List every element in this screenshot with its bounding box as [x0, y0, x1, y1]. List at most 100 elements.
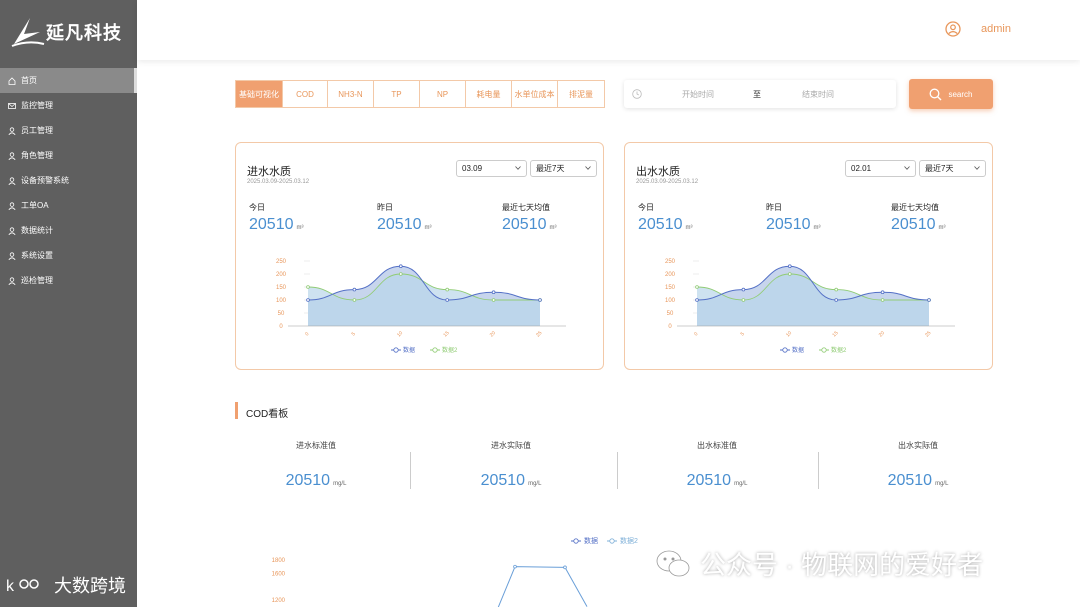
date-select[interactable]: 02.01 — [845, 160, 916, 177]
data-point — [491, 290, 496, 294]
legend-marker — [609, 538, 615, 544]
x-tick-label: 15 — [831, 330, 839, 338]
x-tick-label: 20 — [878, 330, 886, 338]
metric-label: 昨日 — [766, 203, 782, 212]
metric-unit: m³ — [813, 225, 821, 231]
tab[interactable]: 排泥量 — [558, 81, 604, 107]
clock-icon — [632, 89, 642, 99]
chevron-down-icon — [974, 166, 980, 170]
metric-unit: m³ — [685, 225, 693, 231]
y-tick-label: 1200 — [272, 598, 286, 604]
x-tick-label: 10 — [785, 330, 793, 338]
svg-text:k: k — [6, 578, 15, 595]
x-tick-label: 15 — [442, 330, 450, 338]
data-point — [834, 298, 839, 302]
wechat-icon — [656, 550, 690, 576]
y-tick-label: 250 — [665, 259, 676, 265]
legend-label: 数据 — [792, 346, 804, 354]
sidebar-item[interactable]: 首页 — [0, 68, 137, 93]
sidebar-item[interactable]: 监控管理 — [0, 93, 137, 118]
sidebar-item[interactable]: 工单OA — [0, 193, 137, 218]
user-icon — [8, 201, 16, 210]
metric-unit: m³ — [296, 225, 304, 231]
sidebar-item[interactable]: 数据统计 — [0, 218, 137, 243]
y-tick-label: 150 — [276, 285, 287, 291]
legend-label: 数据 — [584, 536, 598, 545]
y-tick-label: 0 — [668, 324, 672, 330]
cod-metric-number: 20510 — [480, 472, 526, 489]
cod-metric-value: 20510 mg/L — [216, 472, 416, 490]
y-tick-label: 200 — [276, 272, 287, 278]
y-tick-label: 200 — [665, 272, 676, 278]
data-point — [306, 298, 310, 302]
user-icon — [8, 226, 16, 235]
y-tick-label: 50 — [278, 311, 285, 317]
cod-metric-number: 20510 — [686, 472, 732, 489]
sidebar-item[interactable]: 设备预警系统 — [0, 168, 137, 193]
category-tabs: 基础可视化 COD NH3-N TP NP 耗电量 水单位成本 排泥量 — [235, 80, 605, 108]
cod-metric-label: 进水标准值 — [296, 441, 336, 450]
sidebar-item[interactable]: 系统设置 — [0, 243, 137, 268]
y-tick-label: 150 — [665, 285, 676, 291]
data-point — [927, 298, 931, 302]
wechat-watermark: 公众号 · 物联网的爱好者 — [656, 545, 983, 582]
tab[interactable]: COD — [283, 81, 328, 107]
metric-value: 20510 m³ — [377, 216, 432, 234]
cod-metric-value: 20510 mg/L — [617, 472, 817, 490]
cod-metric-value: 20510 mg/L — [818, 472, 1018, 490]
metric-number: 20510 — [377, 216, 422, 233]
legend-marker — [393, 347, 399, 353]
wechat-watermark-text: 公众号 · 物联网的爱好者 — [700, 550, 984, 580]
metric-value: 20510 m³ — [638, 216, 693, 234]
date-range-picker[interactable]: 开始时间 至 结束时间 — [624, 80, 896, 108]
start-date-input[interactable]: 开始时间 — [682, 89, 714, 100]
sidebar-item[interactable]: 巡检管理 — [0, 268, 137, 293]
x-tick-label: 25 — [535, 330, 543, 338]
sidebar-item-label: 员工管理 — [21, 126, 53, 135]
legend-marker — [782, 347, 788, 353]
metric-label: 今日 — [638, 203, 654, 212]
tab[interactable]: NH3-N — [328, 81, 374, 107]
sidebar-item[interactable]: 员工管理 — [0, 118, 137, 143]
data-point — [834, 287, 839, 292]
data-point — [445, 298, 450, 302]
data-point — [513, 564, 517, 569]
sidebar-item[interactable]: 角色管理 — [0, 143, 137, 168]
chevron-down-icon — [515, 166, 521, 170]
tab[interactable]: TP — [374, 81, 420, 107]
user-name[interactable]: admin — [981, 23, 1011, 35]
data-point — [399, 272, 403, 276]
series-line — [497, 566, 588, 607]
date-select[interactable]: 03.09 — [456, 160, 527, 177]
tab[interactable]: 基础可视化 — [236, 81, 283, 107]
user-icon — [8, 251, 16, 260]
x-tick-label: 0 — [304, 331, 310, 337]
cod-metric: 出水实际值 20510 mg/L — [818, 440, 1018, 490]
metric-unit: m³ — [424, 225, 432, 231]
tab[interactable]: 耗电量 — [466, 81, 512, 107]
cod-divider — [410, 452, 411, 489]
cod-metric-label: 进水实际值 — [491, 441, 531, 450]
data-point — [352, 287, 357, 292]
tab[interactable]: 水单位成本 — [512, 81, 558, 107]
date-select-value: 03.09 — [462, 164, 483, 173]
metric-number: 20510 — [891, 216, 936, 233]
tab[interactable]: NP — [420, 81, 466, 107]
cod-metric-label: 出水标准值 — [697, 441, 737, 450]
range-select[interactable]: 最近7天 — [919, 160, 986, 177]
y-tick-label: 1600 — [272, 571, 286, 577]
range-select-value: 最近7天 — [925, 164, 954, 173]
sidebar-item-label: 设备预警系统 — [21, 176, 69, 185]
search-button[interactable]: search — [909, 79, 993, 109]
site-logo-icon: k — [6, 578, 39, 595]
metric-number: 20510 — [502, 216, 547, 233]
end-date-input[interactable]: 结束时间 — [802, 89, 834, 100]
sidebar-item-label: 工单OA — [21, 201, 49, 210]
card-title: 进水水质 — [247, 166, 291, 178]
sidebar-item-label: 系统设置 — [21, 251, 53, 260]
metric-label: 今日 — [249, 203, 265, 212]
range-select[interactable]: 最近7天 — [530, 160, 597, 177]
user-avatar-icon[interactable] — [945, 21, 961, 37]
metric-value: 20510 m³ — [502, 216, 557, 234]
sidebar-item-label: 首页 — [21, 76, 37, 85]
